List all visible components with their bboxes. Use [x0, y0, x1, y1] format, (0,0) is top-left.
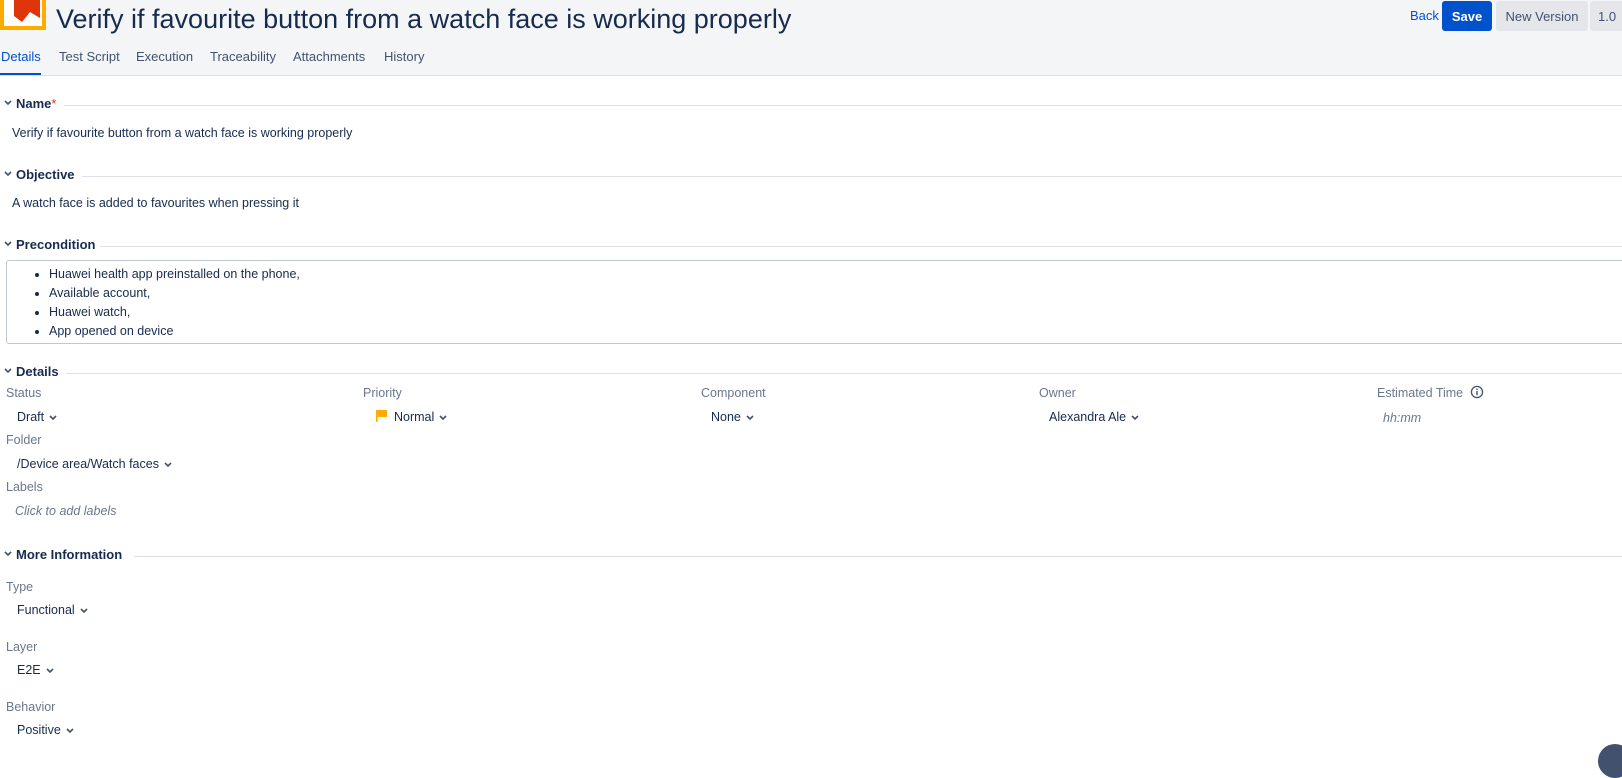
tab-details[interactable]: Details [1, 48, 41, 66]
labels-input[interactable]: Click to add labels [15, 504, 116, 518]
priority-flag-icon [376, 410, 387, 422]
labels-label: Labels [6, 480, 43, 494]
priority-value: Normal [394, 410, 435, 424]
tab-test-script[interactable]: Test Script [59, 48, 120, 66]
tab-attachments[interactable]: Attachments [293, 48, 365, 66]
back-link[interactable]: Back [1410, 6, 1439, 26]
chevron-down-icon [4, 100, 12, 106]
owner-label: Owner [1039, 386, 1076, 400]
new-version-button[interactable]: New Version [1496, 1, 1588, 31]
page-header: Verify if favourite button from a watch … [0, 0, 1622, 76]
active-tab-indicator [0, 73, 41, 75]
folder-label: Folder [6, 433, 42, 447]
chevron-down-icon [49, 415, 57, 420]
section-more-information-header[interactable]: More Information [0, 547, 1622, 565]
list-item: Available account, [49, 284, 300, 303]
page-title: Verify if favourite button from a watch … [56, 4, 792, 34]
chevron-down-icon [164, 462, 172, 467]
section-name-title: Name [16, 96, 52, 111]
section-divider [64, 105, 1622, 106]
behavior-value: Positive [17, 723, 61, 737]
folder-value: /Device area/Watch faces [17, 457, 159, 471]
section-divider [66, 373, 1622, 374]
info-icon[interactable] [1470, 385, 1484, 399]
section-details-title: Details [16, 364, 59, 379]
layer-dropdown[interactable]: E2E [17, 663, 55, 677]
type-label: Type [6, 580, 34, 594]
name-value[interactable]: Verify if favourite button from a watch … [12, 126, 352, 140]
component-dropdown[interactable]: None [711, 410, 755, 424]
chevron-down-icon [439, 415, 447, 420]
chevron-down-icon [4, 368, 12, 374]
section-divider [134, 556, 1622, 557]
required-marker: * [51, 96, 57, 111]
chevron-down-icon [66, 728, 74, 733]
tab-traceability[interactable]: Traceability [210, 48, 276, 66]
layer-value: E2E [17, 663, 41, 677]
estimated-time-label: Estimated Time [1377, 386, 1464, 400]
section-name-header[interactable]: Name* [0, 96, 1622, 114]
section-more-information-title: More Information [16, 547, 123, 562]
behavior-label: Behavior [6, 700, 56, 714]
section-precondition-title: Precondition [16, 237, 96, 252]
chevron-down-icon [746, 415, 754, 420]
chevron-down-icon [80, 608, 88, 613]
type-value: Functional [17, 603, 75, 617]
list-item: Huawei health app preinstalled on the ph… [49, 265, 300, 284]
precondition-list: Huawei health app preinstalled on the ph… [7, 265, 300, 341]
section-divider [100, 246, 1622, 247]
section-objective-header[interactable]: Objective [0, 167, 1622, 185]
list-item: App opened on device [49, 322, 300, 341]
estimated-time-input[interactable]: hh:mm [1383, 411, 1421, 425]
folder-dropdown[interactable]: /Device area/Watch faces [17, 457, 173, 471]
save-button[interactable]: Save [1442, 1, 1492, 31]
section-precondition-header[interactable]: Precondition [0, 237, 1622, 255]
type-dropdown[interactable]: Functional [17, 603, 89, 617]
section-divider [82, 176, 1622, 177]
status-value: Draft [17, 410, 45, 424]
chevron-down-icon [1131, 415, 1139, 420]
chevron-down-icon [4, 171, 12, 177]
list-item: Huawei watch, [49, 303, 300, 322]
precondition-editor[interactable]: Huawei health app preinstalled on the ph… [6, 260, 1622, 344]
objective-value[interactable]: A watch face is added to favourites when… [12, 196, 299, 210]
owner-value: Alexandra Ale [1049, 410, 1127, 424]
help-button[interactable] [1598, 744, 1622, 778]
chevron-down-icon [46, 668, 54, 673]
chevron-down-icon [4, 551, 12, 557]
tab-history[interactable]: History [384, 48, 424, 66]
priority-dropdown[interactable]: Normal [394, 410, 448, 424]
chevron-down-icon [4, 241, 12, 247]
component-label: Component [701, 386, 766, 400]
priority-label: Priority [363, 386, 402, 400]
version-select[interactable]: 1.0 [1590, 1, 1622, 31]
status-dropdown[interactable]: Draft [17, 410, 58, 424]
section-details-header[interactable]: Details [0, 364, 1622, 382]
owner-dropdown[interactable]: Alexandra Ale [1049, 410, 1140, 424]
status-label: Status [6, 386, 42, 400]
app-logo-icon [0, 0, 46, 30]
tab-execution[interactable]: Execution [136, 48, 193, 66]
behavior-dropdown[interactable]: Positive [17, 723, 75, 737]
section-objective-title: Objective [16, 167, 75, 182]
component-value: None [711, 410, 741, 424]
layer-label: Layer [6, 640, 38, 654]
